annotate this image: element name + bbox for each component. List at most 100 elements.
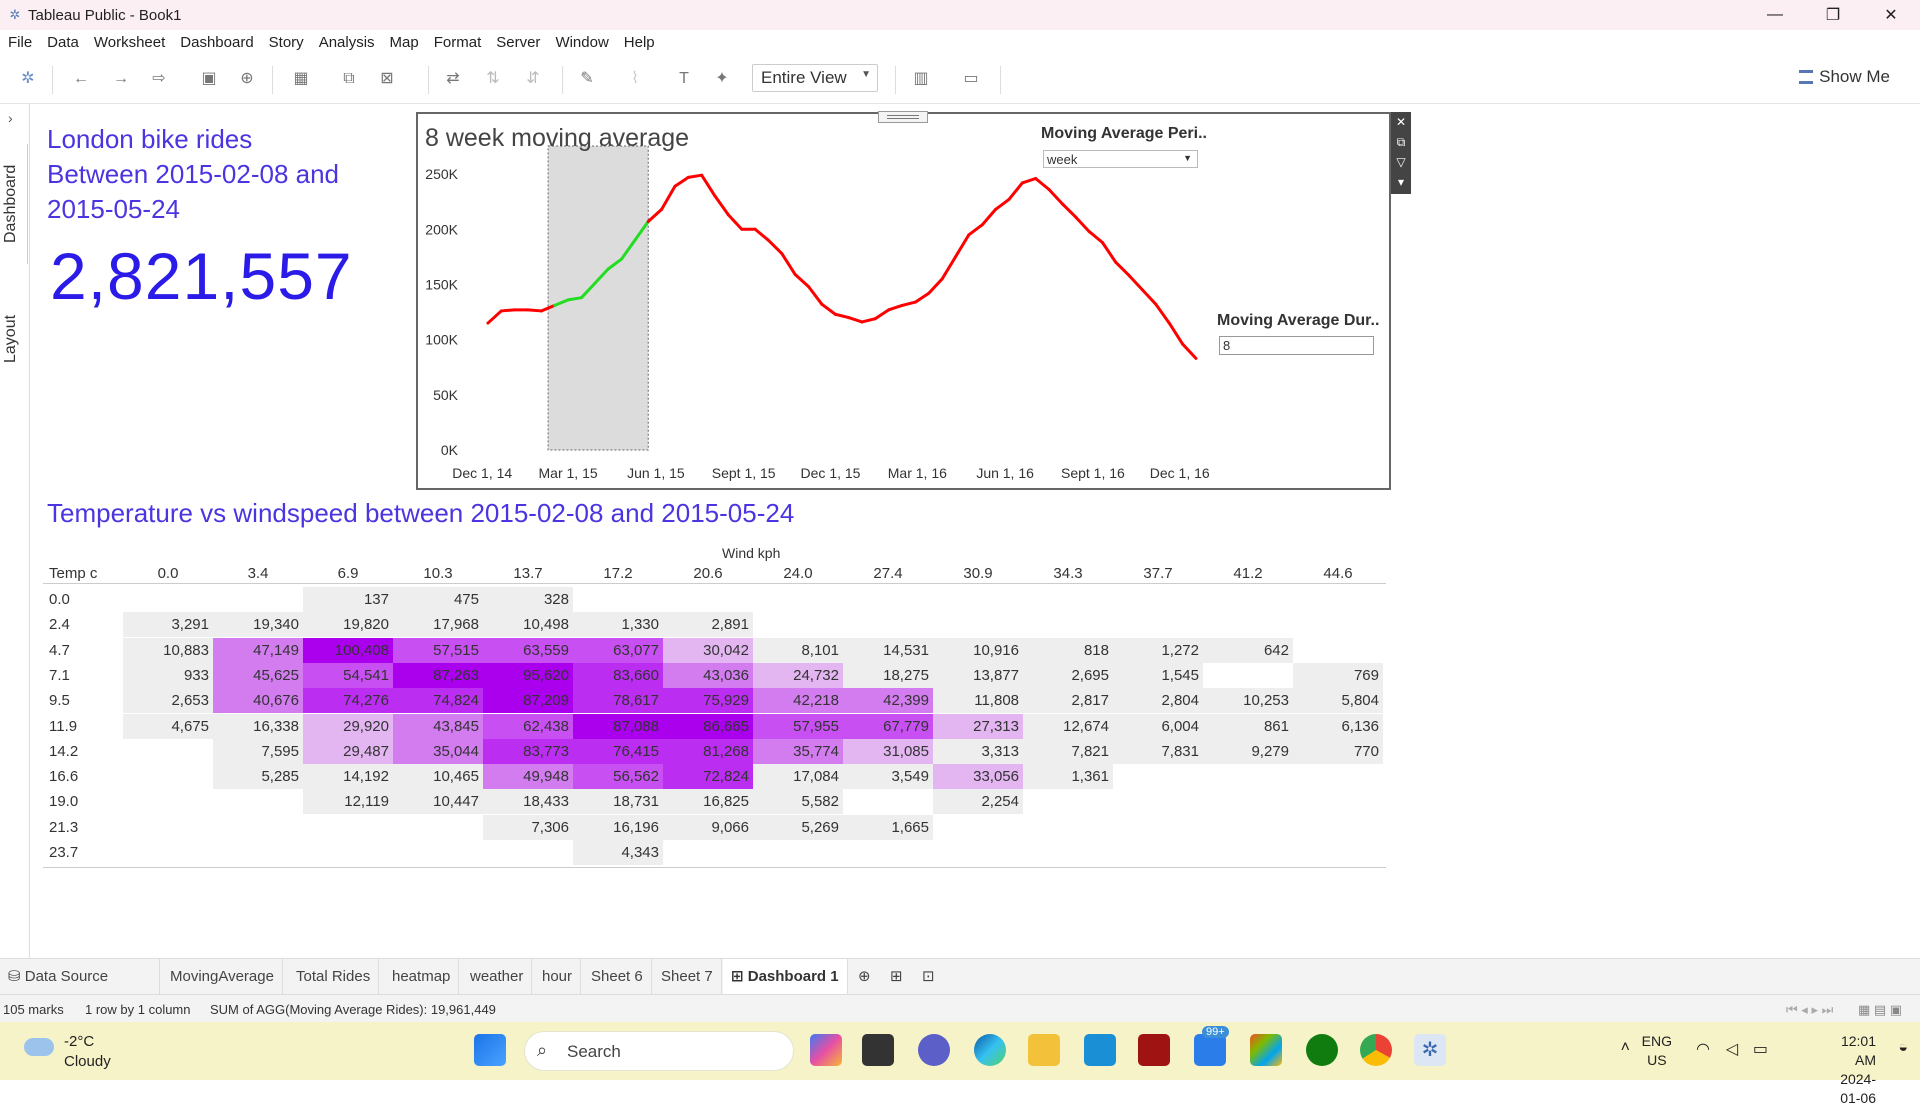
heatmap-cell[interactable]: 40,676 (213, 688, 303, 714)
tab-sheet-6[interactable]: Sheet 6 (583, 959, 652, 995)
heatmap-cell[interactable]: 7,831 (1113, 738, 1203, 764)
heatmap-cell[interactable]: 42,218 (753, 688, 843, 714)
heatmap-cell[interactable]: 9,279 (1203, 738, 1293, 764)
heatmap-cell[interactable]: 67,779 (843, 713, 933, 739)
heatmap-cell[interactable]: 5,582 (753, 789, 843, 815)
heatmap-cell[interactable]: 137 (303, 587, 393, 612)
heatmap-cell[interactable]: 33,056 (933, 764, 1023, 790)
heatmap-cell[interactable]: 83,660 (573, 662, 663, 688)
external-link-icon[interactable]: ⧉ (1391, 132, 1411, 152)
heatmap-cell[interactable]: 4,675 (123, 713, 213, 739)
mail-icon[interactable]: 99+ (1194, 1026, 1229, 1066)
heatmap-cell[interactable]: 35,044 (393, 738, 483, 764)
heatmap-cell[interactable]: 770 (1293, 738, 1383, 764)
heatmap-cell[interactable]: 76,415 (573, 738, 663, 764)
menu-story[interactable]: Story (261, 34, 311, 51)
fit-view-select[interactable]: Entire View ▼ (752, 64, 878, 92)
store-icon[interactable] (1250, 1034, 1282, 1066)
heatmap-cell[interactable]: 29,920 (303, 713, 393, 739)
monitor-app-icon[interactable] (1084, 1034, 1116, 1066)
notification-bell-icon[interactable]: ◒ (1898, 1039, 1908, 1057)
heatmap-cell[interactable]: 10,916 (933, 637, 1023, 663)
duplicate-icon[interactable]: ⧉ (338, 68, 360, 90)
heatmap-cell[interactable]: 2,254 (933, 789, 1023, 815)
view-mode-icon[interactable]: ▦ ▤ ▣ (1858, 1002, 1902, 1018)
heatmap-cell[interactable]: 3,291 (123, 612, 213, 638)
heatmap-cell[interactable]: 933 (123, 662, 213, 688)
heatmap-cell[interactable]: 63,559 (483, 637, 573, 663)
menu-window[interactable]: Window (547, 34, 615, 51)
menu-file[interactable]: File (0, 34, 39, 51)
menu-worksheet[interactable]: Worksheet (86, 34, 172, 51)
more-options-icon[interactable]: ▾ (1391, 172, 1411, 192)
heatmap-cell[interactable]: 9,066 (663, 814, 753, 840)
heatmap-cell[interactable]: 43,036 (663, 662, 753, 688)
heatmap-cell[interactable]: 12,674 (1023, 713, 1113, 739)
heatmap-cell[interactable]: 47,149 (213, 637, 303, 663)
new-story-icon[interactable]: ⊡ (914, 959, 943, 995)
heatmap-cell[interactable]: 2,891 (663, 612, 753, 638)
sort-descending-icon[interactable]: ⇵ (522, 68, 544, 90)
heatmap-cell[interactable]: 3,313 (933, 738, 1023, 764)
heatmap-cell[interactable]: 14,192 (303, 764, 393, 790)
heatmap-cell[interactable]: 10,447 (393, 789, 483, 815)
taskbar-search[interactable]: ⌕ Search (524, 1031, 794, 1071)
heatmap-cell[interactable]: 17,084 (753, 764, 843, 790)
group-icon[interactable]: ⌇ (624, 68, 646, 90)
heatmap-cell[interactable]: 45,625 (213, 662, 303, 688)
heatmap-cell[interactable]: 5,269 (753, 814, 843, 840)
menu-data[interactable]: Data (39, 34, 86, 51)
heatmap-cell[interactable]: 12,119 (303, 789, 393, 815)
heatmap-cell[interactable]: 861 (1203, 713, 1293, 739)
heatmap-cell[interactable]: 1,330 (573, 612, 663, 638)
duration-param-input[interactable]: 8 (1219, 336, 1374, 355)
heatmap-cell[interactable]: 16,825 (663, 789, 753, 815)
chevron-up-icon[interactable]: ˄ (1621, 1039, 1630, 1057)
heatmap-cell[interactable]: 95,620 (483, 662, 573, 688)
heatmap-cell[interactable]: 2,695 (1023, 662, 1113, 688)
heatmap-cell[interactable]: 11,808 (933, 688, 1023, 714)
heatmap-cell[interactable]: 5,285 (213, 764, 303, 790)
heatmap-cell[interactable]: 87,209 (483, 688, 573, 714)
tab-movingaverage[interactable]: MovingAverage (162, 959, 283, 995)
heatmap-cell[interactable]: 30,042 (663, 637, 753, 663)
heatmap-cell[interactable]: 7,821 (1023, 738, 1113, 764)
heatmap-cell[interactable]: 24,732 (753, 662, 843, 688)
heatmap-cell[interactable]: 14,531 (843, 637, 933, 663)
heatmap-cell[interactable]: 27,313 (933, 713, 1023, 739)
clock[interactable]: 12:01 AM 2024-01-06 (1840, 1032, 1876, 1108)
tableau-home-icon[interactable]: ✲ (17, 68, 39, 90)
heatmap-cell[interactable]: 83,773 (483, 738, 573, 764)
task-view-icon[interactable] (862, 1034, 894, 1066)
show-cards-icon[interactable]: ▥ (910, 68, 932, 90)
close-icon[interactable]: ✕ (1391, 112, 1411, 132)
drag-handle[interactable] (878, 111, 928, 123)
clear-sheet-icon[interactable]: ⊠ (376, 68, 398, 90)
heatmap-cell[interactable]: 19,340 (213, 612, 303, 638)
heatmap-cell[interactable]: 4,343 (573, 840, 663, 865)
heatmap-cell[interactable]: 29,487 (303, 738, 393, 764)
heatmap-cell[interactable]: 16,338 (213, 713, 303, 739)
heatmap-cell[interactable]: 328 (483, 587, 573, 612)
xbox-icon[interactable] (1306, 1034, 1338, 1066)
highlight-icon[interactable]: ✎ (576, 68, 598, 90)
filter-icon[interactable]: ▽ (1391, 152, 1411, 172)
battery-icon[interactable]: ▭ (1753, 1039, 1768, 1059)
file-explorer-icon[interactable] (1028, 1034, 1060, 1066)
heatmap-cell[interactable]: 54,541 (303, 662, 393, 688)
heatmap-cell[interactable]: 769 (1293, 662, 1383, 688)
heatmap-cell[interactable]: 3,549 (843, 764, 933, 790)
tab-total-rides[interactable]: Total Rides (288, 959, 380, 995)
app-icon[interactable] (1138, 1034, 1170, 1066)
menu-format[interactable]: Format (426, 34, 489, 51)
heatmap-cell[interactable]: 10,253 (1203, 688, 1293, 714)
tab-dashboard[interactable]: Dashboard (2, 144, 28, 264)
heatmap-cell[interactable]: 8,101 (753, 637, 843, 663)
heatmap-cell[interactable]: 7,306 (483, 814, 573, 840)
heatmap-cell[interactable]: 35,774 (753, 738, 843, 764)
heatmap-cell[interactable]: 10,498 (483, 612, 573, 638)
chevron-right-icon[interactable]: › (8, 110, 13, 126)
label-icon[interactable]: T (673, 68, 695, 90)
menu-analysis[interactable]: Analysis (311, 34, 382, 51)
swap-icon[interactable]: ⇄ (442, 68, 464, 90)
